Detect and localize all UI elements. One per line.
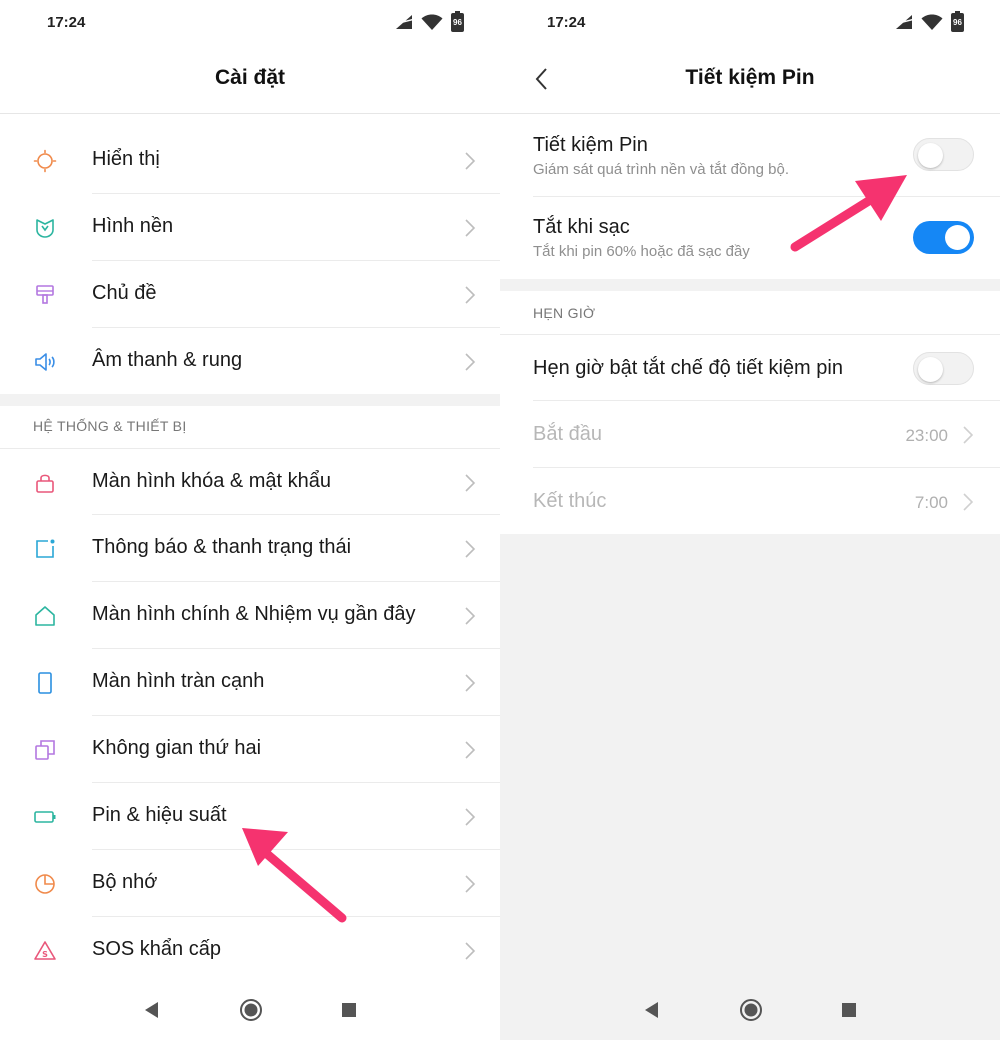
settings-item-label: Bộ nhớ [92, 871, 158, 893]
chevron-right-icon [963, 426, 974, 444]
header: Tiết kiệm Pin [500, 44, 1000, 114]
settings-item-storage[interactable]: Bộ nhớ [0, 850, 500, 917]
settings-item-sos[interactable]: S SOS khẩn cấp [0, 917, 500, 984]
battery-icon [34, 811, 56, 823]
svg-text:S: S [42, 950, 48, 959]
home-nav-icon[interactable] [739, 998, 763, 1022]
second-space-icon [35, 740, 55, 760]
battery-saver-screen: 17:24 96 Tiết kiệm Pin Tiết kiệm Pin Giá… [500, 0, 1000, 1040]
home-icon [35, 606, 55, 626]
settings-item-fullscreen[interactable]: Màn hình tràn cạnh [0, 649, 500, 716]
theme-brush-icon [36, 285, 54, 304]
phone-icon [38, 672, 52, 694]
chevron-right-icon [465, 607, 476, 625]
chevron-right-icon [963, 493, 974, 511]
settings-item-theme[interactable]: Chủ đề [0, 261, 500, 328]
page-title: Cài đặt [214, 66, 285, 89]
wifi-icon [921, 14, 943, 30]
end-time-row[interactable]: Kết thúc 7:00 [500, 468, 1000, 534]
chevron-right-icon [465, 875, 476, 893]
chevron-right-icon [465, 353, 476, 371]
schedule-toggle[interactable] [913, 352, 974, 385]
status-bar: 17:24 96 [500, 0, 1000, 44]
battery-saver-row[interactable]: Tiết kiệm Pin Giám sát quá trình nền và … [500, 115, 1000, 197]
settings-item-display[interactable]: Hiển thị [0, 127, 500, 194]
settings-item-wallpaper[interactable]: Hình nền [0, 194, 500, 261]
settings-item-lockscreen[interactable]: Màn hình khóa & mật khẩu [0, 448, 500, 515]
settings-item-label: Màn hình khóa & mật khẩu [92, 470, 332, 492]
settings-item-label: Hiển thị [92, 148, 160, 170]
settings-item-label: Chủ đề [92, 282, 157, 304]
chevron-right-icon [465, 474, 476, 492]
off-when-charging-row[interactable]: Tắt khi sạc Tắt khi pin 60% hoặc đã sạc … [500, 197, 1000, 279]
start-time-row[interactable]: Bắt đầu 23:00 [500, 401, 1000, 468]
settings-item-sound[interactable]: Âm thanh & rung [0, 328, 500, 395]
end-time-title: Kết thúc [533, 490, 607, 512]
settings-item-home-screen[interactable]: Màn hình chính & Nhiệm vụ gần đây [0, 582, 500, 649]
schedule-title: Hẹn giờ bật tắt chế độ tiết kiệm pin [533, 357, 843, 379]
settings-item-label: Thông báo & thanh trạng thái [92, 536, 352, 558]
back-nav-icon[interactable] [643, 1001, 661, 1019]
recents-nav-icon[interactable] [841, 1002, 857, 1018]
wallpaper-icon [36, 219, 54, 238]
settings-item-label: Màn hình chính & Nhiệm vụ gần đây [92, 603, 416, 625]
chevron-right-icon [465, 942, 476, 960]
settings-item-notifications[interactable]: Thông báo & thanh trạng thái [0, 515, 500, 582]
speaker-icon [35, 353, 55, 371]
battery-saver-subtitle: Giám sát quá trình nền và tắt đồng bộ. [533, 161, 789, 178]
settings-item-label: Âm thanh & rung [92, 349, 243, 371]
settings-item-battery[interactable]: Pin & hiệu suất [0, 783, 500, 850]
sos-icon: S [34, 941, 56, 960]
start-time-value: 23:00 [905, 426, 948, 445]
signal-icon [896, 15, 912, 29]
navigation-bar [500, 980, 1000, 1040]
settings-item-label: SOS khẩn cấp [92, 938, 221, 960]
battery-status-icon: 96 [451, 10, 464, 32]
status-bar: 17:24 96 [0, 0, 500, 44]
schedule-row[interactable]: Hẹn giờ bật tắt chế độ tiết kiệm pin [500, 334, 1000, 401]
status-time: 17:24 [47, 14, 86, 31]
notification-icon [36, 539, 55, 558]
end-time-value: 7:00 [914, 493, 948, 512]
chevron-right-icon [465, 219, 476, 237]
chevron-right-icon [465, 741, 476, 759]
back-nav-icon[interactable] [143, 1001, 161, 1019]
navigation-bar [0, 980, 500, 1040]
off-when-charging-toggle[interactable] [913, 221, 974, 254]
wifi-icon [421, 14, 443, 30]
chevron-right-icon [465, 540, 476, 558]
home-nav-icon[interactable] [239, 998, 263, 1022]
chevron-right-icon [465, 674, 476, 692]
chevron-right-icon [465, 286, 476, 304]
settings-item-label: Pin & hiệu suất [92, 804, 227, 826]
battery-saver-title: Tiết kiệm Pin [533, 134, 648, 156]
start-time-title: Bắt đầu [533, 423, 602, 445]
section-label: HẸN GIỜ [533, 305, 596, 321]
recents-nav-icon[interactable] [341, 1002, 357, 1018]
lock-icon [36, 474, 54, 493]
settings-item-label: Không gian thứ hai [92, 737, 262, 759]
section-divider [0, 394, 500, 406]
chevron-right-icon [465, 152, 476, 170]
settings-screen: 17:24 96 Cài đặt Hiển thị Hình nền Chủ đ… [0, 0, 500, 1040]
signal-icon [396, 15, 412, 29]
battery-saver-toggle[interactable] [913, 138, 974, 171]
settings-item-label: Hình nền [92, 215, 174, 237]
empty-background [500, 534, 1000, 1040]
header: Cài đặt [0, 44, 500, 114]
storage-pie-icon [35, 874, 55, 894]
page-title: Tiết kiệm Pin [685, 66, 815, 89]
off-when-charging-title: Tắt khi sạc [533, 216, 630, 238]
settings-item-label: Màn hình tràn cạnh [92, 670, 265, 692]
section-divider [500, 279, 1000, 291]
display-icon [33, 149, 57, 173]
off-when-charging-subtitle: Tắt khi pin 60% hoặc đã sạc đầy [533, 243, 750, 260]
section-label: HỆ THỐNG & THIẾT BỊ [33, 418, 187, 434]
status-time: 17:24 [547, 14, 586, 31]
chevron-right-icon [465, 808, 476, 826]
battery-status-icon: 96 [951, 10, 964, 32]
settings-item-second-space[interactable]: Không gian thứ hai [0, 716, 500, 783]
